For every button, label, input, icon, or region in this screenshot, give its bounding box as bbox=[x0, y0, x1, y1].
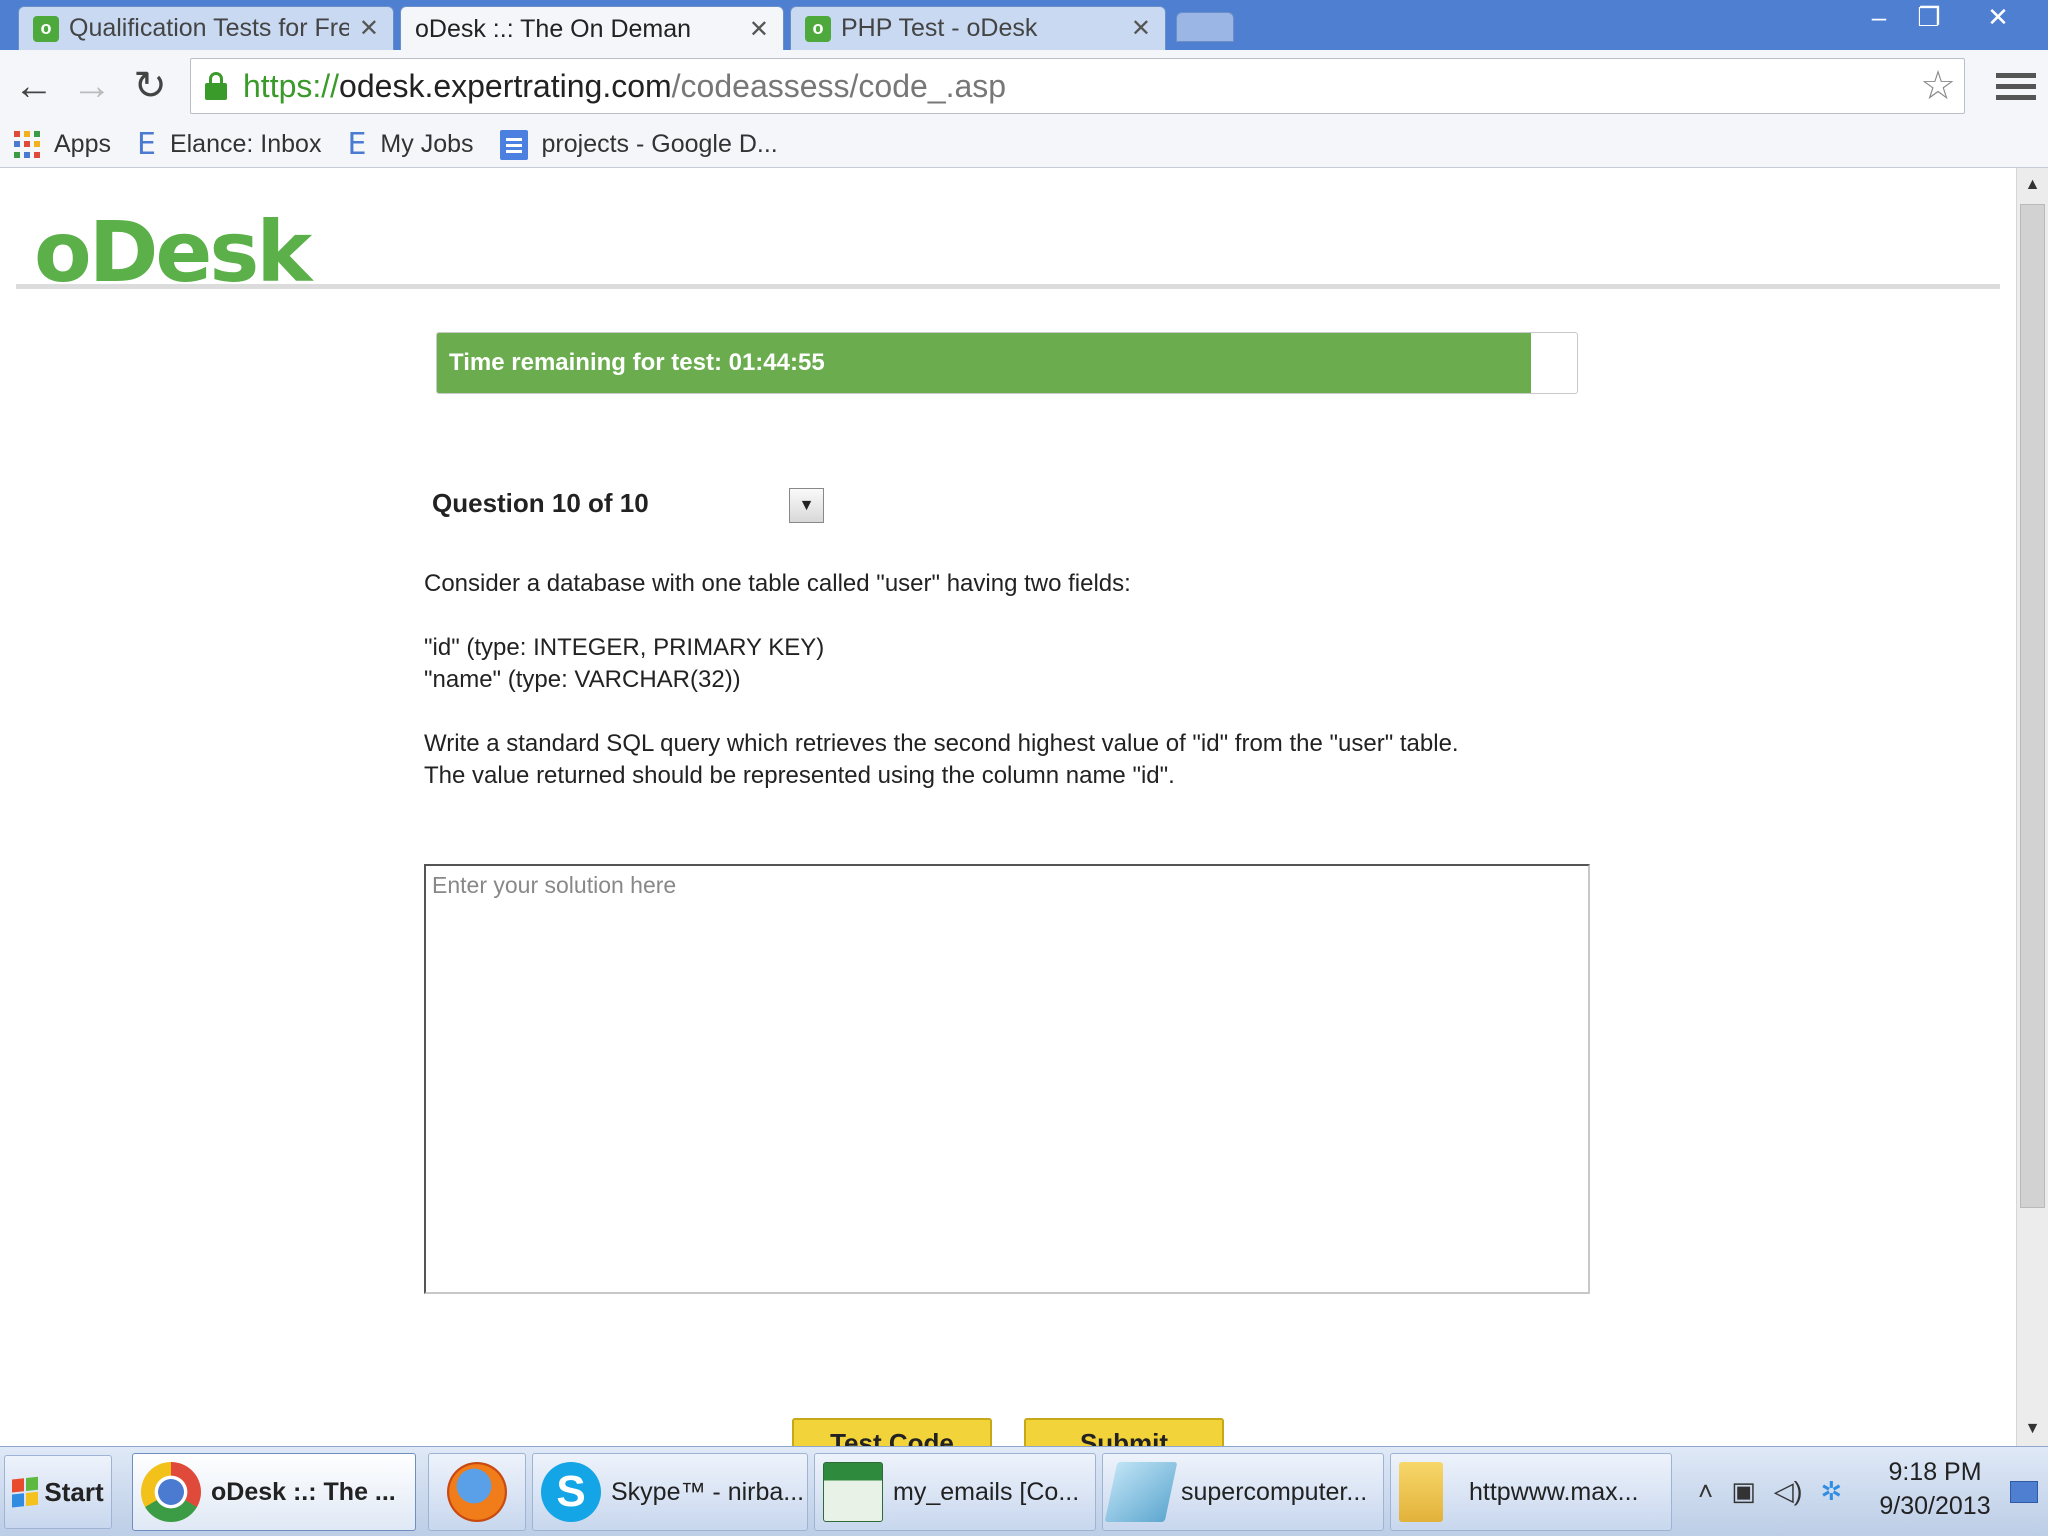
bookmark-star-icon[interactable]: ☆ bbox=[1920, 63, 1956, 109]
new-tab-button[interactable] bbox=[1176, 12, 1234, 42]
scroll-up-icon[interactable]: ▲ bbox=[2017, 170, 2048, 200]
page-content: oDesk Time remaining for test: 01:44:55 … bbox=[0, 168, 2016, 1446]
close-tab-icon[interactable]: ✕ bbox=[1131, 14, 1151, 43]
timer-bar: Time remaining for test: 01:44:55 bbox=[436, 332, 1578, 394]
question-task-line-1: Write a standard SQL query which retriev… bbox=[424, 730, 1459, 757]
tab-odesk-on-demand[interactable]: oDesk :.: The On Deman ✕ bbox=[400, 6, 784, 52]
clock-date: 9/30/2013 bbox=[1879, 1492, 1991, 1520]
clock-time: 9:18 PM bbox=[1888, 1458, 1982, 1486]
bookmark-label: My Jobs bbox=[380, 130, 474, 158]
bookmark-apps[interactable]: Apps bbox=[14, 130, 111, 159]
tab-title: Qualification Tests for Fre bbox=[69, 14, 349, 42]
reload-icon[interactable]: ↻ bbox=[124, 60, 176, 112]
network-icon[interactable]: ▣ bbox=[1731, 1476, 1756, 1507]
taskbar-item-folder[interactable]: httpwww.max... bbox=[1390, 1453, 1672, 1531]
question-text: Consider a database with one table calle… bbox=[424, 568, 1459, 792]
lock-icon bbox=[205, 72, 227, 100]
forward-arrow-icon[interactable]: → bbox=[66, 60, 118, 112]
address-bar[interactable]: https://odesk.expertrating.com/codeasses… bbox=[190, 58, 1965, 114]
sync-icon[interactable]: ✲ bbox=[1820, 1476, 1842, 1507]
tab-qualification-tests[interactable]: o Qualification Tests for Fre ✕ bbox=[18, 6, 394, 50]
tab-title: oDesk :.: The On Deman bbox=[415, 15, 692, 43]
taskbar-item-label: oDesk :.: The ... bbox=[211, 1477, 396, 1506]
tab-php-test[interactable]: o PHP Test - oDesk ✕ bbox=[790, 6, 1166, 50]
taskbar-item-chrome[interactable]: oDesk :.: The ... bbox=[132, 1453, 416, 1531]
close-tab-icon[interactable]: ✕ bbox=[749, 15, 769, 44]
question-field-id: "id" (type: INTEGER, PRIMARY KEY) bbox=[424, 634, 825, 661]
restore-icon[interactable]: ❐ bbox=[1906, 0, 1952, 34]
excel-icon bbox=[823, 1462, 883, 1522]
scroll-down-icon[interactable]: ▼ bbox=[2017, 1414, 2048, 1444]
apps-grid-icon bbox=[14, 130, 42, 159]
bookmark-my-jobs[interactable]: E My Jobs bbox=[347, 127, 473, 162]
bookmark-projects-google-docs[interactable]: projects - Google D... bbox=[499, 129, 778, 160]
minimize-icon[interactable]: – bbox=[1856, 0, 1902, 34]
bookmarks-bar: Apps E Elance: Inbox E My Jobs projects … bbox=[0, 122, 2048, 168]
elance-icon: E bbox=[347, 127, 367, 162]
taskbar-clock[interactable]: 9:18 PM 9/30/2013 bbox=[1872, 1455, 1998, 1523]
solution-textarea[interactable] bbox=[424, 864, 1590, 1294]
taskbar-item-excel[interactable]: my_emails [Co... bbox=[814, 1453, 1096, 1531]
back-arrow-icon[interactable]: ← bbox=[8, 60, 60, 112]
volume-icon[interactable]: ◁) bbox=[1774, 1476, 1803, 1507]
bookmark-label: Elance: Inbox bbox=[169, 130, 322, 158]
question-field-name: "name" (type: VARCHAR(32)) bbox=[424, 666, 741, 693]
taskbar-item-notepad[interactable]: supercomputer... bbox=[1102, 1453, 1384, 1531]
question-counter: Question 10 of 10 bbox=[432, 488, 649, 518]
question-intro: Consider a database with one table calle… bbox=[424, 570, 1131, 597]
elance-icon: E bbox=[136, 127, 156, 162]
bookmark-label: projects - Google D... bbox=[541, 130, 778, 158]
skype-icon: S bbox=[541, 1462, 601, 1522]
taskbar-item-firefox[interactable] bbox=[428, 1453, 526, 1531]
show-desktop-icon[interactable] bbox=[2010, 1481, 2038, 1503]
browser-toolbar: ← → ↻ https://odesk.expertrating.com/cod… bbox=[0, 50, 2048, 122]
windows-taskbar: Start oDesk :.: The ... S Skype™ - nirba… bbox=[0, 1446, 2048, 1536]
timer-label: Time remaining for test: 01:44:55 bbox=[449, 349, 825, 376]
url-path: /codeassess/code_.asp bbox=[671, 67, 1007, 104]
vertical-scrollbar[interactable]: ▲ ▼ bbox=[2016, 168, 2048, 1446]
browser-tab-strip: o Qualification Tests for Fre ✕ oDesk :.… bbox=[0, 0, 2048, 52]
odesk-favicon-icon: o bbox=[33, 15, 59, 42]
header-divider bbox=[16, 284, 2000, 289]
firefox-icon bbox=[447, 1462, 507, 1522]
tab-title: PHP Test - oDesk bbox=[841, 14, 1038, 42]
close-window-icon[interactable]: ✕ bbox=[1972, 0, 2024, 34]
close-tab-icon[interactable]: ✕ bbox=[359, 14, 379, 43]
folder-icon bbox=[1399, 1462, 1443, 1522]
scrollbar-thumb[interactable] bbox=[2020, 204, 2045, 1208]
question-dropdown-button[interactable]: ▼ bbox=[789, 488, 824, 523]
taskbar-item-skype[interactable]: S Skype™ - nirba... bbox=[532, 1453, 808, 1531]
url-host: odesk.expertrating.com bbox=[339, 67, 672, 104]
submit-button[interactable]: Submit bbox=[1024, 1418, 1224, 1446]
start-label: Start bbox=[44, 1476, 104, 1507]
taskbar-item-label: httpwww.max... bbox=[1469, 1477, 1639, 1506]
bookmark-elance-inbox[interactable]: E Elance: Inbox bbox=[137, 127, 321, 162]
notepad-icon bbox=[1104, 1462, 1178, 1522]
bookmark-label: Apps bbox=[54, 130, 111, 158]
taskbar-item-label: supercomputer... bbox=[1181, 1477, 1368, 1506]
test-code-button[interactable]: Test Code bbox=[792, 1418, 992, 1446]
chevron-down-icon: ▼ bbox=[798, 496, 815, 514]
chrome-menu-icon[interactable] bbox=[1996, 62, 2036, 110]
question-task-line-2: The value returned should be represented… bbox=[424, 762, 1175, 789]
start-button[interactable]: Start bbox=[4, 1455, 112, 1529]
taskbar-item-label: my_emails [Co... bbox=[893, 1477, 1080, 1506]
google-docs-icon bbox=[499, 129, 528, 160]
chrome-icon bbox=[141, 1462, 201, 1522]
taskbar-item-label: Skype™ - nirba... bbox=[611, 1477, 805, 1506]
url-scheme: https:// bbox=[243, 67, 340, 104]
show-hidden-icons-icon[interactable]: ˄ bbox=[1698, 1476, 1713, 1507]
odesk-favicon-icon: o bbox=[805, 15, 831, 42]
windows-flag-icon bbox=[12, 1476, 40, 1508]
